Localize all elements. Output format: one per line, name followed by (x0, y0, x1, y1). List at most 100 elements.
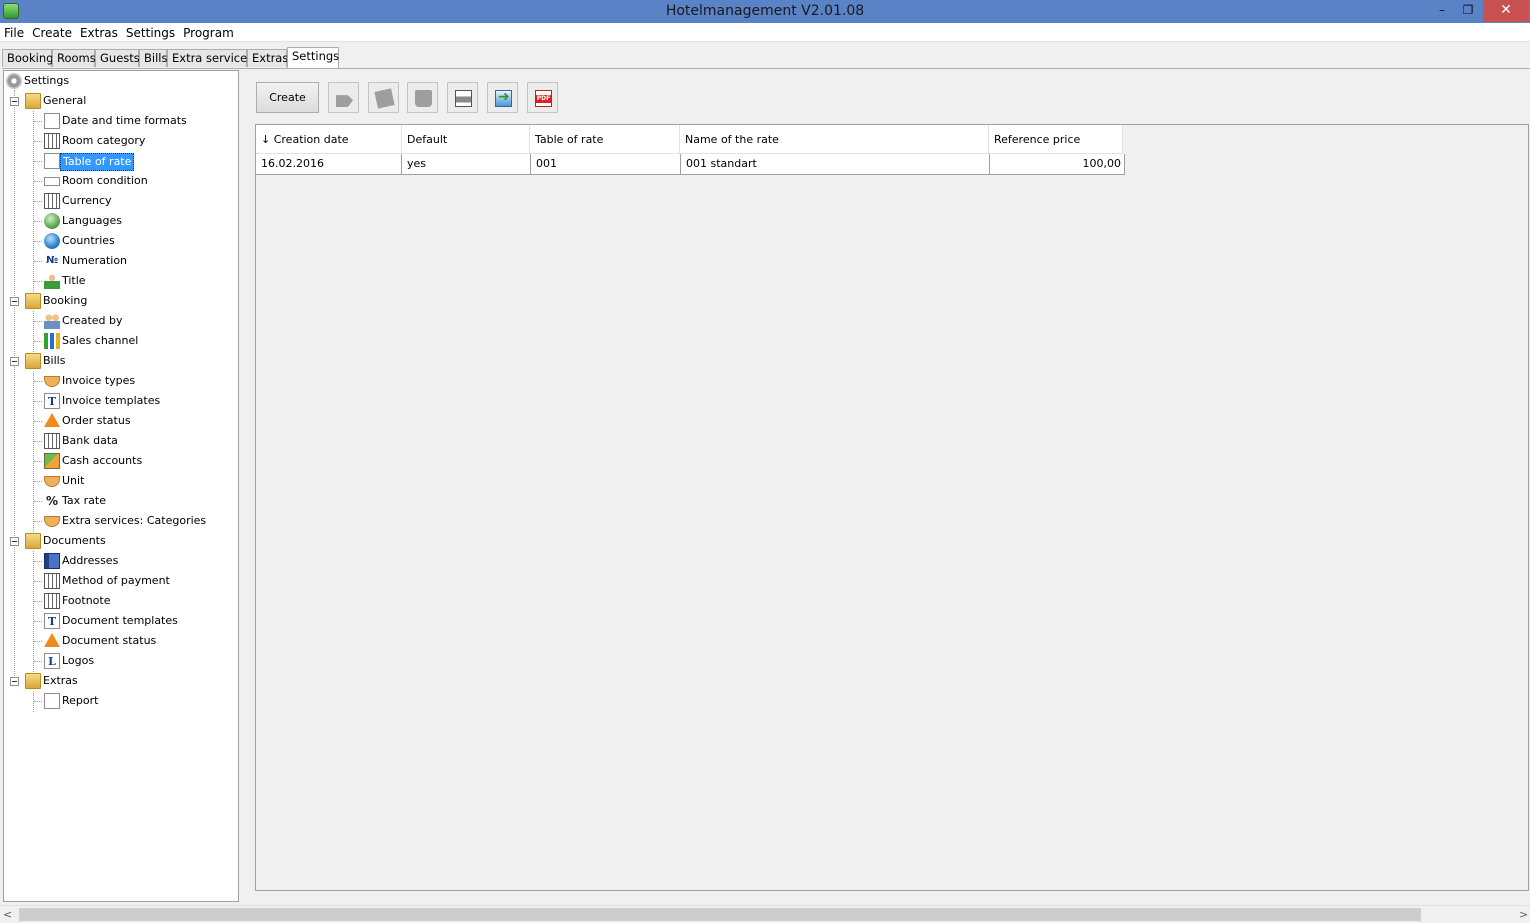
template-icon: T (44, 613, 60, 629)
cell-name-of-rate[interactable]: 001 standart (681, 154, 990, 175)
tab-guests[interactable]: Guests (95, 49, 140, 67)
tree-item-invoice-templates[interactable]: T Invoice templates (4, 391, 234, 411)
column-header-reference-price[interactable]: Reference price (989, 125, 1123, 154)
cell-creation-date[interactable]: 16.02.2016 (256, 154, 402, 175)
tree-item-numeration[interactable]: № Numeration (4, 251, 234, 271)
create-button[interactable]: Create (256, 82, 319, 113)
tab-rooms[interactable]: Rooms (52, 49, 96, 67)
tree-root[interactable]: Settings (4, 71, 234, 91)
tag-icon (336, 95, 353, 107)
tree-item-unit[interactable]: Unit (4, 471, 234, 491)
export-icon (495, 89, 512, 107)
menu-extras[interactable]: Extras (76, 23, 122, 41)
room-category-icon (44, 133, 60, 149)
tree-item-room-condition[interactable]: Room condition (4, 171, 234, 191)
tab-settings[interactable]: Settings (287, 47, 339, 68)
tab-booking[interactable]: Booking (2, 49, 53, 67)
export-button[interactable] (487, 82, 518, 113)
tree-item-table-of-rate[interactable]: Table of rate (4, 151, 234, 171)
tree-item-method-of-payment[interactable]: Method of payment (4, 571, 234, 591)
column-header-table-of-rate[interactable]: Table of rate (530, 125, 680, 154)
minimize-button[interactable]: – (1428, 0, 1456, 22)
cell-table-of-rate[interactable]: 001 (531, 154, 681, 175)
tree-item-report[interactable]: Report (4, 691, 234, 711)
globe-icon (44, 233, 60, 249)
tree-item-cash-accounts[interactable]: Cash accounts (4, 451, 234, 471)
cell-default[interactable]: yes (402, 154, 531, 175)
folder-icon (25, 533, 41, 549)
scrollbar-thumb[interactable] (19, 908, 1421, 921)
pdf-button[interactable] (527, 82, 558, 113)
tree-item-extra-services-categories[interactable]: Extra services: Categories (4, 511, 234, 531)
menu-create[interactable]: Create (28, 23, 76, 41)
maximize-button[interactable]: ❐ (1454, 0, 1482, 22)
title-bar: Hotelmanagement V2.01.08 – ❐ ✕ (0, 0, 1530, 23)
unit-icon (44, 476, 60, 487)
collapse-icon[interactable] (10, 537, 19, 546)
tree-item-footnote[interactable]: Footnote (4, 591, 234, 611)
bed-icon (44, 177, 60, 186)
column-header-creation-date[interactable]: ↓ Creation date (256, 125, 402, 154)
copy-button[interactable] (368, 82, 399, 113)
language-icon (44, 213, 60, 229)
gear-icon (6, 73, 22, 89)
template-icon: T (44, 393, 60, 409)
collapse-icon[interactable] (10, 677, 19, 686)
tree-item-currency[interactable]: Currency (4, 191, 234, 211)
settings-tree[interactable]: Settings General Date and time formats R… (3, 70, 239, 902)
tree-item-addresses[interactable]: Addresses (4, 551, 234, 571)
menu-file[interactable]: File (0, 23, 28, 41)
tree-item-tax-rate[interactable]: % Tax rate (4, 491, 234, 511)
tree-item-sales-channel[interactable]: Sales channel (4, 331, 234, 351)
tab-extras[interactable]: Extras (247, 49, 288, 67)
person-icon (44, 273, 60, 289)
tree-group-documents[interactable]: Documents (4, 531, 234, 551)
tree-item-invoice-types[interactable]: Invoice types (4, 371, 234, 391)
number-sign-icon: № (45, 255, 59, 266)
rate-table[interactable]: ↓ Creation date Default Table of rate Na… (255, 124, 1529, 891)
close-button[interactable]: ✕ (1483, 0, 1529, 22)
tree-item-document-status[interactable]: Document status (4, 631, 234, 651)
report-icon (44, 693, 60, 709)
tree-group-general[interactable]: General (4, 91, 234, 111)
category-icon (44, 516, 60, 527)
tag-button[interactable] (328, 82, 359, 113)
invoice-icon (44, 376, 60, 387)
tree-item-bank-data[interactable]: Bank data (4, 431, 234, 451)
tree-item-room-category[interactable]: Room category (4, 131, 234, 151)
tab-extra-services[interactable]: Extra services (167, 49, 253, 67)
tree-group-booking[interactable]: Booking (4, 291, 234, 311)
warning-icon (44, 413, 60, 427)
currency-icon (44, 193, 60, 209)
menu-program[interactable]: Program (179, 23, 238, 41)
collapse-icon[interactable] (10, 297, 19, 306)
tab-bills[interactable]: Bills (139, 49, 167, 67)
column-header-name-of-rate[interactable]: Name of the rate (680, 125, 989, 154)
tree-item-languages[interactable]: Languages (4, 211, 234, 231)
folder-icon (25, 293, 41, 309)
window-title: Hotelmanagement V2.01.08 (665, 3, 865, 19)
printer-icon (455, 90, 472, 107)
folder-icon (25, 353, 41, 369)
scroll-right-icon[interactable]: > (1519, 908, 1528, 921)
tree-group-extras[interactable]: Extras (4, 671, 234, 691)
horizontal-scrollbar[interactable]: < > (0, 905, 1530, 923)
cash-icon (44, 453, 60, 469)
cell-reference-price[interactable]: 100,00 (990, 154, 1125, 175)
tree-item-countries[interactable]: Countries (4, 231, 234, 251)
menu-settings[interactable]: Settings (122, 23, 179, 41)
tree-item-order-status[interactable]: Order status (4, 411, 234, 431)
scroll-left-icon[interactable]: < (3, 908, 12, 921)
delete-button[interactable] (407, 82, 438, 113)
tree-item-logos[interactable]: L Logos (4, 651, 234, 671)
tree-item-created-by[interactable]: Created by (4, 311, 234, 331)
column-header-default[interactable]: Default (402, 125, 530, 154)
print-button[interactable] (447, 82, 478, 113)
tree-item-title[interactable]: Title (4, 271, 234, 291)
tree-item-document-templates[interactable]: T Document templates (4, 611, 234, 631)
tree-item-date-time-formats[interactable]: Date and time formats (4, 111, 234, 131)
collapse-icon[interactable] (10, 357, 19, 366)
folder-icon (25, 93, 41, 109)
tree-group-bills[interactable]: Bills (4, 351, 234, 371)
collapse-icon[interactable] (10, 97, 19, 106)
